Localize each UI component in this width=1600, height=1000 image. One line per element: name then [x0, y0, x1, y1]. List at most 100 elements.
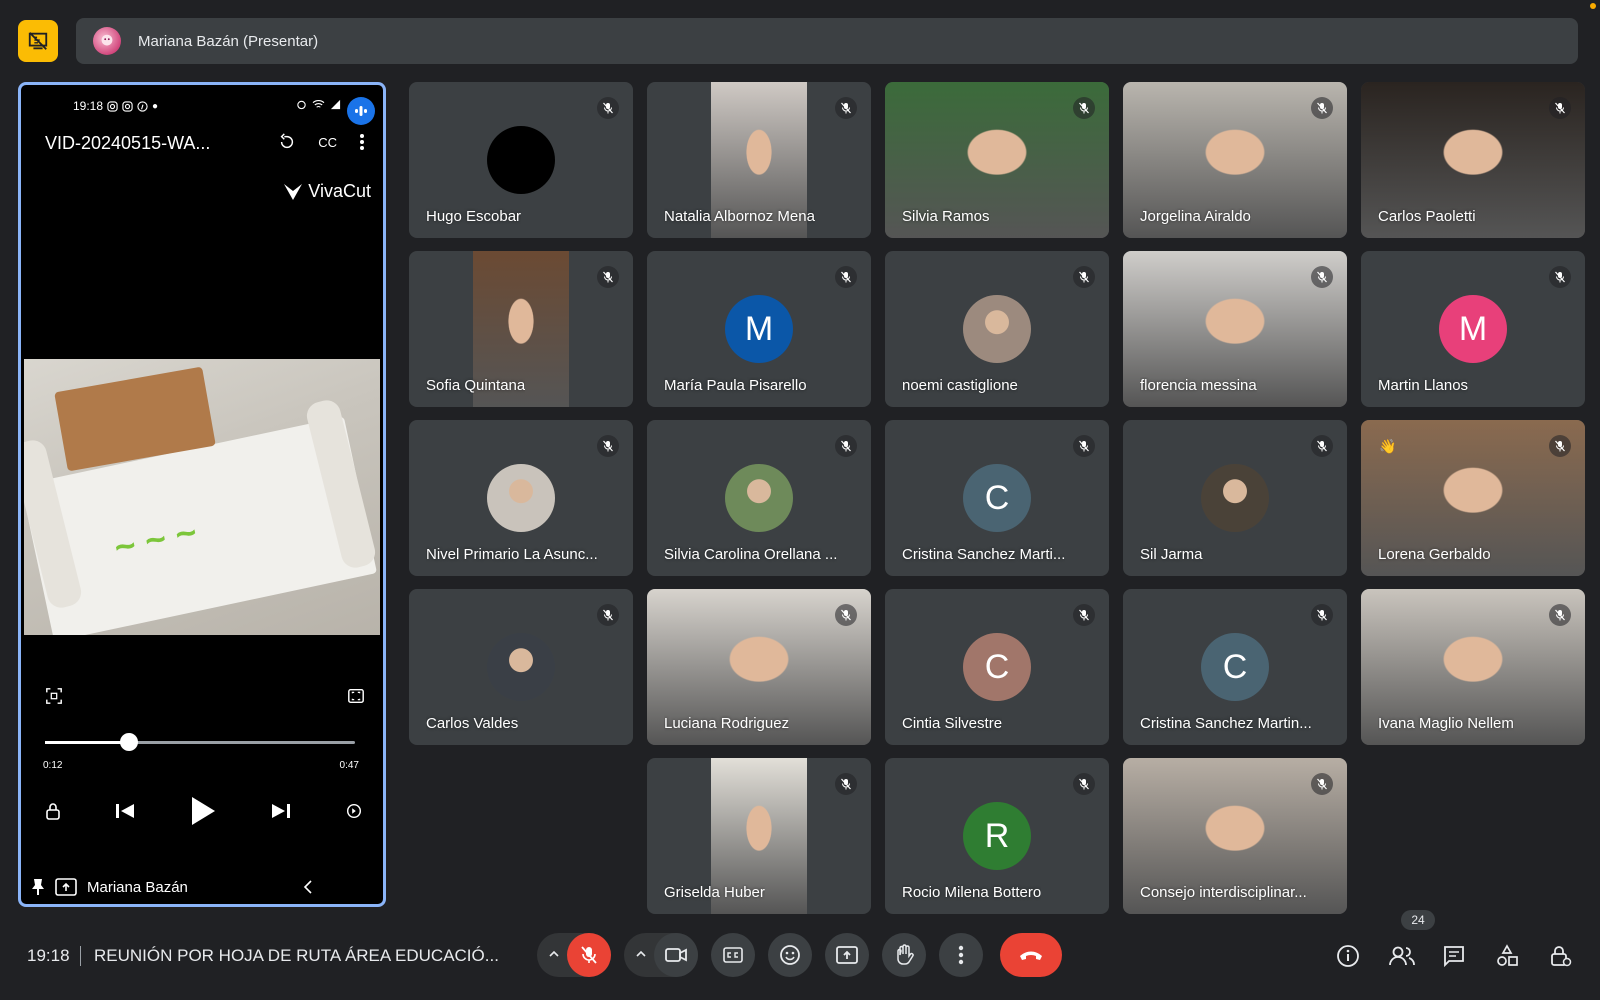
participant-avatar — [963, 295, 1031, 363]
participant-tile[interactable]: Sil Jarma — [1123, 420, 1347, 576]
participant-tile[interactable]: Hugo Escobar — [409, 82, 633, 238]
reactions-button[interactable] — [768, 933, 812, 977]
rotate-icon[interactable] — [278, 133, 296, 151]
stop-presenting-button[interactable] — [18, 20, 58, 62]
presenter-name-label: Mariana Bazán — [87, 878, 188, 896]
more-vert-icon — [958, 945, 964, 965]
phone-status-icons — [296, 99, 341, 110]
meeting-clock: 19:18 — [27, 946, 70, 965]
more-vert-icon[interactable] — [359, 133, 365, 151]
host-controls-icon[interactable] — [1548, 944, 1572, 968]
present-to-all-icon — [55, 878, 77, 896]
participant-tile[interactable]: Silvia Carolina Orellana ... — [647, 420, 871, 576]
chevron-up-icon[interactable] — [634, 947, 648, 961]
camera-icon — [665, 948, 687, 962]
participant-avatar: M — [1439, 295, 1507, 363]
video-seekbar[interactable] — [45, 733, 355, 751]
people-count-badge: 24 — [1401, 910, 1435, 930]
participant-name: Consejo interdisciplinar... — [1140, 884, 1307, 901]
skip-next-icon[interactable] — [271, 802, 291, 820]
presentation-tile[interactable]: 19:18 ● VID-20240515-WA... CC VivaCut ~ … — [18, 82, 386, 907]
chat-icon[interactable] — [1442, 944, 1466, 968]
participant-tile[interactable]: 👋 Lorena Gerbaldo — [1361, 420, 1585, 576]
participant-tile[interactable]: C Cristina Sanchez Martin... — [1123, 589, 1347, 745]
leave-call-button[interactable] — [1000, 933, 1062, 977]
participant-name: Nivel Primario La Asunc... — [426, 546, 598, 563]
more-options-button[interactable] — [939, 933, 983, 977]
participant-tile[interactable]: Nivel Primario La Asunc... — [409, 420, 633, 576]
participant-name: Cristina Sanchez Marti... — [902, 546, 1066, 563]
chevron-up-icon[interactable] — [547, 947, 561, 961]
mic-off-icon — [597, 97, 619, 119]
participant-tile[interactable]: Ivana Maglio Nellem — [1361, 589, 1585, 745]
captions-button[interactable]: CC — [318, 135, 337, 150]
participant-tile[interactable]: Silvia Ramos — [885, 82, 1109, 238]
activities-icon[interactable] — [1495, 944, 1519, 968]
participant-tile[interactable]: Consejo interdisciplinar... — [1123, 758, 1347, 914]
play-icon[interactable] — [189, 795, 217, 827]
participant-name: Hugo Escobar — [426, 208, 522, 225]
participant-tile[interactable]: Griselda Huber — [647, 758, 871, 914]
captions-toggle-button[interactable] — [711, 933, 755, 977]
presenter-banner[interactable]: Mariana Bazán (Presentar) — [76, 18, 1578, 64]
screenshot-icon[interactable] — [45, 687, 63, 705]
mic-off-icon — [1073, 266, 1095, 288]
participant-tile[interactable]: Carlos Paoletti — [1361, 82, 1585, 238]
hand-icon — [897, 944, 914, 965]
presenter-banner-label: Mariana Bazán (Presentar) — [138, 32, 319, 50]
participant-avatar — [487, 464, 555, 532]
people-icon[interactable] — [1388, 944, 1416, 968]
participant-name: María Paula Pisarello — [664, 377, 807, 394]
presenter-avatar — [93, 27, 121, 55]
fullscreen-icon[interactable] — [347, 687, 365, 705]
meeting-controls-bar: 19:18 REUNIÓN POR HOJA DE RUTA ÁREA EDUC… — [0, 910, 1600, 1000]
participant-tile[interactable]: C Cintia Silvestre — [885, 589, 1109, 745]
skip-previous-icon[interactable] — [115, 802, 135, 820]
participant-tile[interactable]: M María Paula Pisarello — [647, 251, 871, 407]
hang-up-icon — [1020, 951, 1042, 960]
wifi-icon — [312, 100, 325, 108]
mic-off-icon — [1073, 97, 1095, 119]
camera-toggle-button[interactable] — [654, 933, 698, 977]
emoji-icon — [780, 945, 800, 965]
participant-tile[interactable]: Sofia Quintana — [409, 251, 633, 407]
participant-tile[interactable]: Jorgelina Airaldo — [1123, 82, 1347, 238]
participant-name: Lorena Gerbaldo — [1378, 546, 1491, 563]
avatar-face-icon — [101, 34, 113, 46]
participant-name: Carlos Paoletti — [1378, 208, 1476, 225]
avatar-initial: C — [984, 647, 1010, 686]
participant-tile[interactable]: R Rocio Milena Bottero — [885, 758, 1109, 914]
participant-avatar: M — [725, 295, 793, 363]
avatar-initial: C — [1222, 647, 1248, 686]
participant-tile[interactable]: florencia messina — [1123, 251, 1347, 407]
meeting-title: REUNIÓN POR HOJA DE RUTA ÁREA EDUCACIÓ..… — [94, 946, 499, 965]
participant-name: Natalia Albornoz Mena — [664, 208, 815, 225]
present-screen-button[interactable] — [825, 933, 869, 977]
lock-icon[interactable] — [45, 802, 61, 820]
pin-icon[interactable] — [31, 878, 45, 896]
participant-tile[interactable]: Natalia Albornoz Mena — [647, 82, 871, 238]
raise-hand-button[interactable] — [882, 933, 926, 977]
microphone-toggle-button[interactable] — [567, 933, 611, 977]
video-frame[interactable]: ~ ~ ~ — [24, 359, 380, 635]
loop-icon[interactable] — [345, 802, 363, 820]
participant-avatar: C — [1201, 633, 1269, 701]
participant-tile[interactable]: Luciana Rodriguez — [647, 589, 871, 745]
participant-name: Sil Jarma — [1140, 546, 1203, 563]
meeting-details-icon[interactable] — [1336, 944, 1360, 968]
mic-off-icon — [1311, 604, 1333, 626]
vivacut-logo-icon — [284, 183, 303, 200]
participant-tile[interactable]: Carlos Valdes — [409, 589, 633, 745]
back-chevron-icon — [303, 880, 312, 894]
mic-off-icon — [597, 435, 619, 457]
participant-tile[interactable]: M Martin Llanos — [1361, 251, 1585, 407]
participant-name: Carlos Valdes — [426, 715, 519, 732]
alarm-icon — [297, 100, 306, 110]
current-time: 0:12 — [43, 760, 63, 771]
vivacut-watermark: VivaCut — [282, 181, 371, 202]
seekbar-handle[interactable] — [119, 733, 138, 751]
mic-off-icon — [597, 604, 619, 626]
participant-tile[interactable]: noemi castiglione — [885, 251, 1109, 407]
participant-tile[interactable]: C Cristina Sanchez Marti... — [885, 420, 1109, 576]
mic-off-icon — [835, 266, 857, 288]
